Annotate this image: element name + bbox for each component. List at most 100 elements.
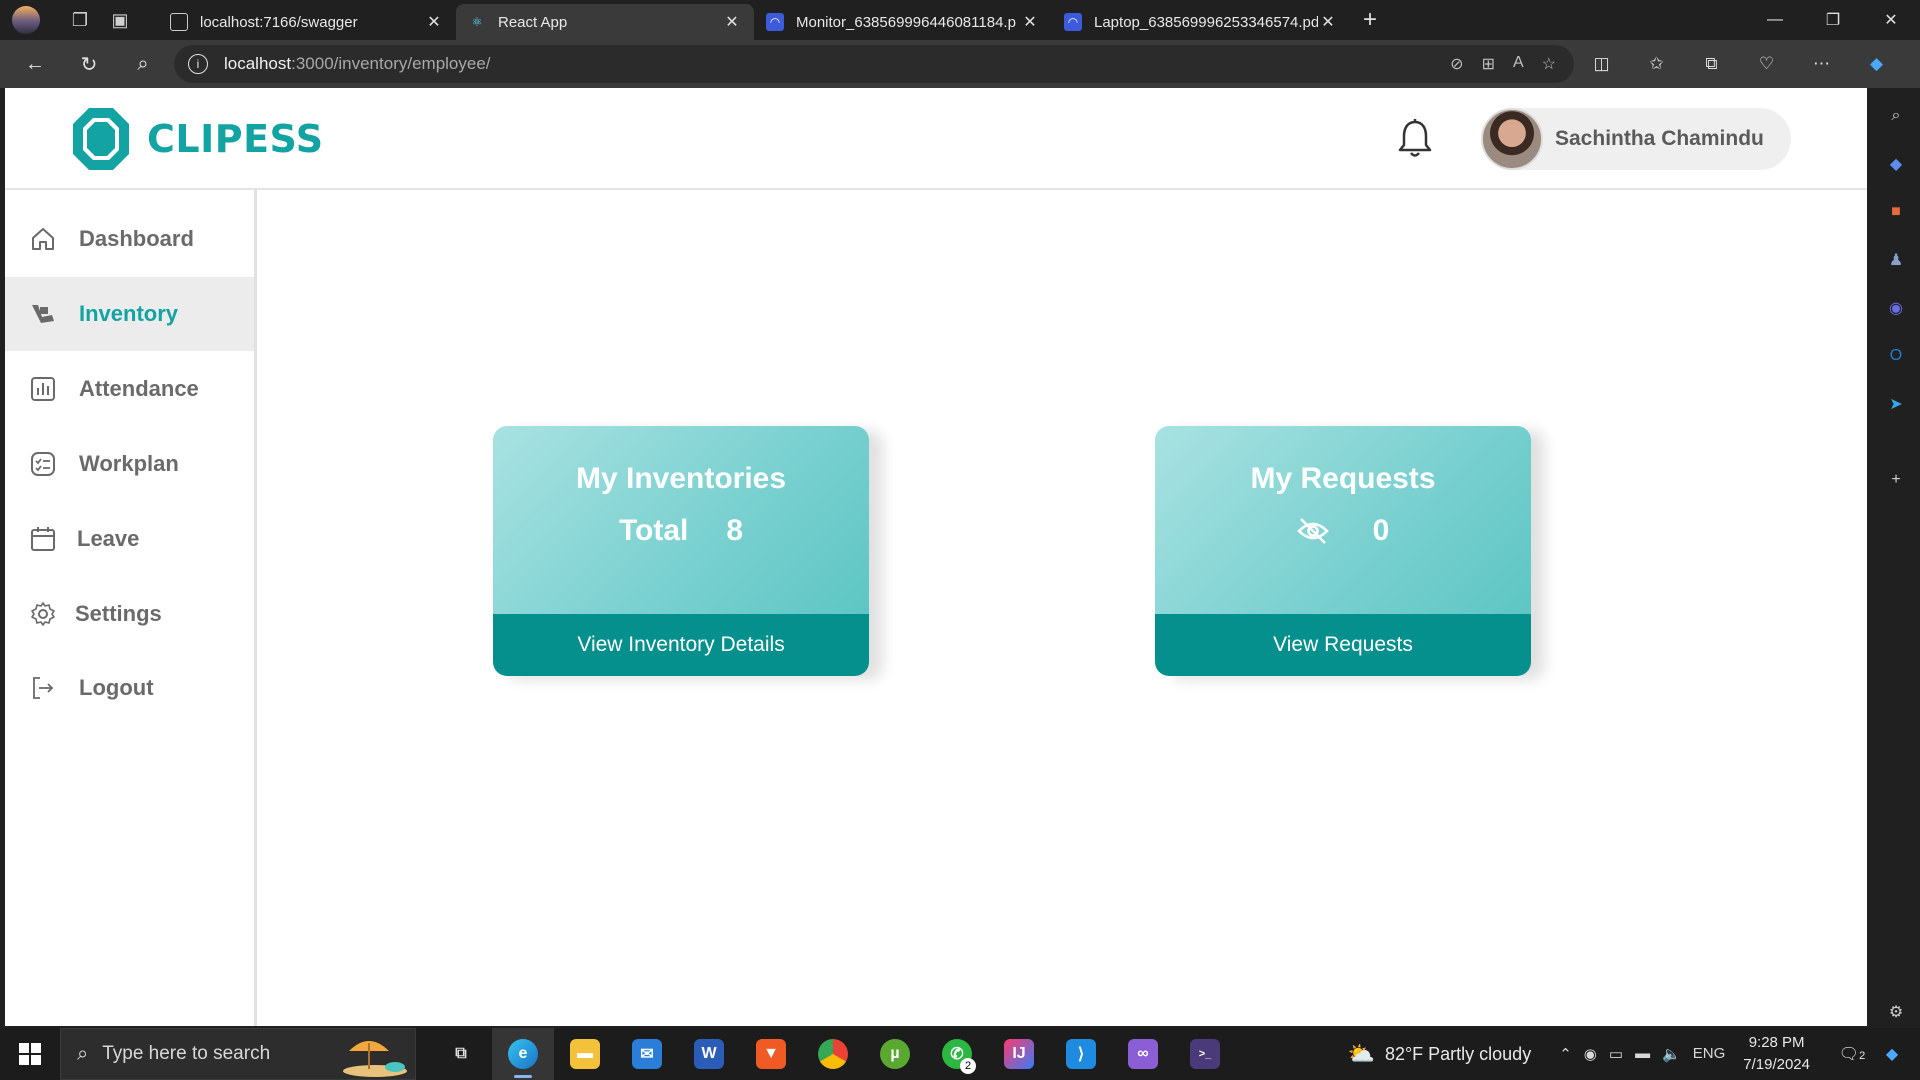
sidebar-item-logout[interactable]: Logout <box>5 651 254 725</box>
stat-value: 0 <box>1372 514 1390 547</box>
sidebar-item-settings[interactable]: Settings <box>5 577 254 651</box>
copilot-sidebar-icon[interactable]: ◉ <box>1886 298 1906 318</box>
close-window-icon[interactable]: ✕ <box>1862 0 1920 40</box>
view-inventory-details-button[interactable]: View Inventory Details <box>493 614 869 676</box>
battery-icon[interactable]: ▬ <box>1635 1045 1650 1063</box>
site-info-icon[interactable]: i <box>188 54 208 74</box>
new-tab-button[interactable]: + <box>1350 6 1390 34</box>
sidebar-item-attendance[interactable]: Attendance <box>5 352 254 426</box>
split-screen-icon[interactable]: ◫ <box>1574 54 1629 74</box>
favorite-star-icon[interactable]: ☆ <box>1542 54 1556 74</box>
clock[interactable]: 9:28 PM 7/19/2024 <box>1743 1032 1810 1076</box>
notifications-icon[interactable]: 🗨2 <box>1832 1044 1872 1064</box>
word-icon[interactable]: W <box>678 1028 740 1080</box>
shopping-tag-icon[interactable]: ◆ <box>1886 154 1906 174</box>
window-controls: — ❐ ✕ <box>1746 0 1920 40</box>
page-icon <box>170 13 188 31</box>
sidebar-item-workplan[interactable]: Workplan <box>5 427 254 501</box>
brave-icon[interactable]: ▼ <box>740 1028 802 1080</box>
browser-essentials-icon[interactable]: ♡ <box>1739 54 1794 74</box>
utorrent-icon[interactable]: µ <box>864 1028 926 1080</box>
url-path: :3000/inventory/employee/ <box>291 54 491 73</box>
bell-icon[interactable] <box>1397 118 1433 158</box>
close-tab-icon[interactable]: ✕ <box>424 12 444 32</box>
react-icon: ⚛ <box>471 15 483 29</box>
intellij-icon[interactable]: IJ <box>988 1028 1050 1080</box>
close-tab-icon[interactable]: ✕ <box>1020 12 1040 32</box>
search-icon[interactable]: ⌕ <box>1886 106 1906 126</box>
octagon-logo-icon <box>73 108 129 170</box>
tab-laptop-pdf[interactable]: ◠ Laptop_638569996253346574.pd ✕ <box>1052 4 1350 40</box>
chevron-up-icon[interactable]: ⌃ <box>1559 1045 1572 1063</box>
taskbar-search-input[interactable]: ⌕ Type here to search <box>60 1028 416 1080</box>
gear-icon <box>29 600 57 628</box>
search-icon[interactable]: ⌕ <box>116 44 170 84</box>
home-icon <box>29 225 57 253</box>
more-menu-icon[interactable]: ⋯ <box>1794 54 1849 74</box>
edge-taskbar-icon[interactable]: e <box>492 1028 554 1080</box>
weather-widget[interactable]: ⛅ 82°F Partly cloudy <box>1348 1041 1532 1067</box>
display-icon[interactable]: ▭ <box>1609 1045 1623 1063</box>
close-tab-icon[interactable]: ✕ <box>722 12 742 32</box>
file-explorer-icon[interactable]: ▬ <box>554 1028 616 1080</box>
visual-studio-icon[interactable]: ∞ <box>1112 1028 1174 1080</box>
back-arrow-icon[interactable]: ← <box>8 44 62 84</box>
stat-label: Total <box>618 514 689 547</box>
sidebar-item-inventory[interactable]: Inventory <box>5 277 254 351</box>
mail-icon[interactable]: ✉ <box>616 1028 678 1080</box>
chrome-icon[interactable] <box>802 1028 864 1080</box>
user-profile-menu[interactable]: Sachintha Chamindu <box>1481 108 1791 170</box>
sidebar-item-label: Leave <box>77 526 140 551</box>
favorites-icon[interactable]: ✩ <box>1629 54 1684 74</box>
vscode-icon[interactable]: ⟩ <box>1050 1028 1112 1080</box>
beach-umbrella-icon <box>343 1041 407 1077</box>
avatar <box>1481 108 1543 170</box>
collections-icon[interactable]: ⧉ <box>1684 54 1739 74</box>
card-stat: Total 8 <box>493 514 869 548</box>
browser-profile-avatar[interactable] <box>12 6 40 34</box>
language-indicator[interactable]: ENG <box>1693 1045 1726 1063</box>
windows-start-icon[interactable] <box>0 1028 60 1080</box>
workspaces-icon[interactable]: ❐ <box>60 0 100 40</box>
view-requests-button[interactable]: View Requests <box>1155 614 1531 676</box>
tools-icon[interactable]: ■ <box>1886 202 1906 222</box>
windows-taskbar: ⌕ Type here to search ⧉ e ▬ ✉ W ▼ µ ✆ 2 I… <box>0 1028 1920 1080</box>
add-sidebar-icon[interactable]: + <box>1886 470 1906 490</box>
inventory-icon <box>29 300 57 328</box>
search-icon: ⌕ <box>77 1042 89 1065</box>
logout-icon <box>29 674 57 702</box>
url-host: localhost <box>224 54 292 73</box>
camera-icon[interactable]: ◉ <box>1584 1045 1597 1063</box>
tab-monitor-pdf[interactable]: ◠ Monitor_638569996446081184.p ✕ <box>754 4 1052 40</box>
my-requests-card: My Requests 0 View Requests <box>1155 426 1531 676</box>
volume-icon[interactable]: 🔈 <box>1662 1045 1681 1063</box>
user-name: Sachintha Chamindu <box>1555 127 1764 150</box>
sidebar-item-leave[interactable]: Leave <box>5 502 254 576</box>
whatsapp-icon[interactable]: ✆ 2 <box>926 1028 988 1080</box>
copilot-icon[interactable]: ◆ <box>1849 54 1904 74</box>
apps-icon[interactable]: ⊞ <box>1482 54 1495 74</box>
sidebar-item-dashboard[interactable]: Dashboard <box>5 202 254 276</box>
camera-off-icon[interactable]: ⊘ <box>1450 54 1463 74</box>
sidebar-item-label: Settings <box>75 601 162 626</box>
browser-toolbar: ← ↻ ⌕ i localhost:3000/inventory/employe… <box>0 40 1920 88</box>
brand-logo[interactable]: CLIPESS <box>71 106 324 172</box>
refresh-icon[interactable]: ↻ <box>62 44 116 84</box>
send-icon[interactable]: ➤ <box>1886 394 1906 414</box>
outlook-icon[interactable]: O <box>1886 346 1906 366</box>
sidebar-item-label: Attendance <box>79 376 199 401</box>
close-tab-icon[interactable]: ✕ <box>1318 12 1338 32</box>
sidebar-item-label: Inventory <box>79 301 179 326</box>
minimize-icon[interactable]: — <box>1746 0 1804 40</box>
terminal-icon[interactable]: >_ <box>1174 1028 1236 1080</box>
restore-icon[interactable]: ❐ <box>1804 0 1862 40</box>
sidebar-settings-icon[interactable]: ⚙ <box>1886 1002 1906 1022</box>
read-aloud-icon[interactable]: A <box>1513 54 1524 74</box>
tab-swagger[interactable]: localhost:7166/swagger ✕ <box>158 4 456 40</box>
tab-react-app[interactable]: ⚛ React App ✕ <box>456 4 754 40</box>
address-bar[interactable]: i localhost:3000/inventory/employee/ ⊘ ⊞… <box>174 45 1574 83</box>
copilot-taskbar-icon[interactable]: ◆ <box>1872 1044 1912 1064</box>
games-icon[interactable]: ♟ <box>1886 250 1906 270</box>
tab-actions-icon[interactable]: ▣ <box>100 0 140 40</box>
task-view-icon[interactable]: ⧉ <box>430 1028 492 1080</box>
